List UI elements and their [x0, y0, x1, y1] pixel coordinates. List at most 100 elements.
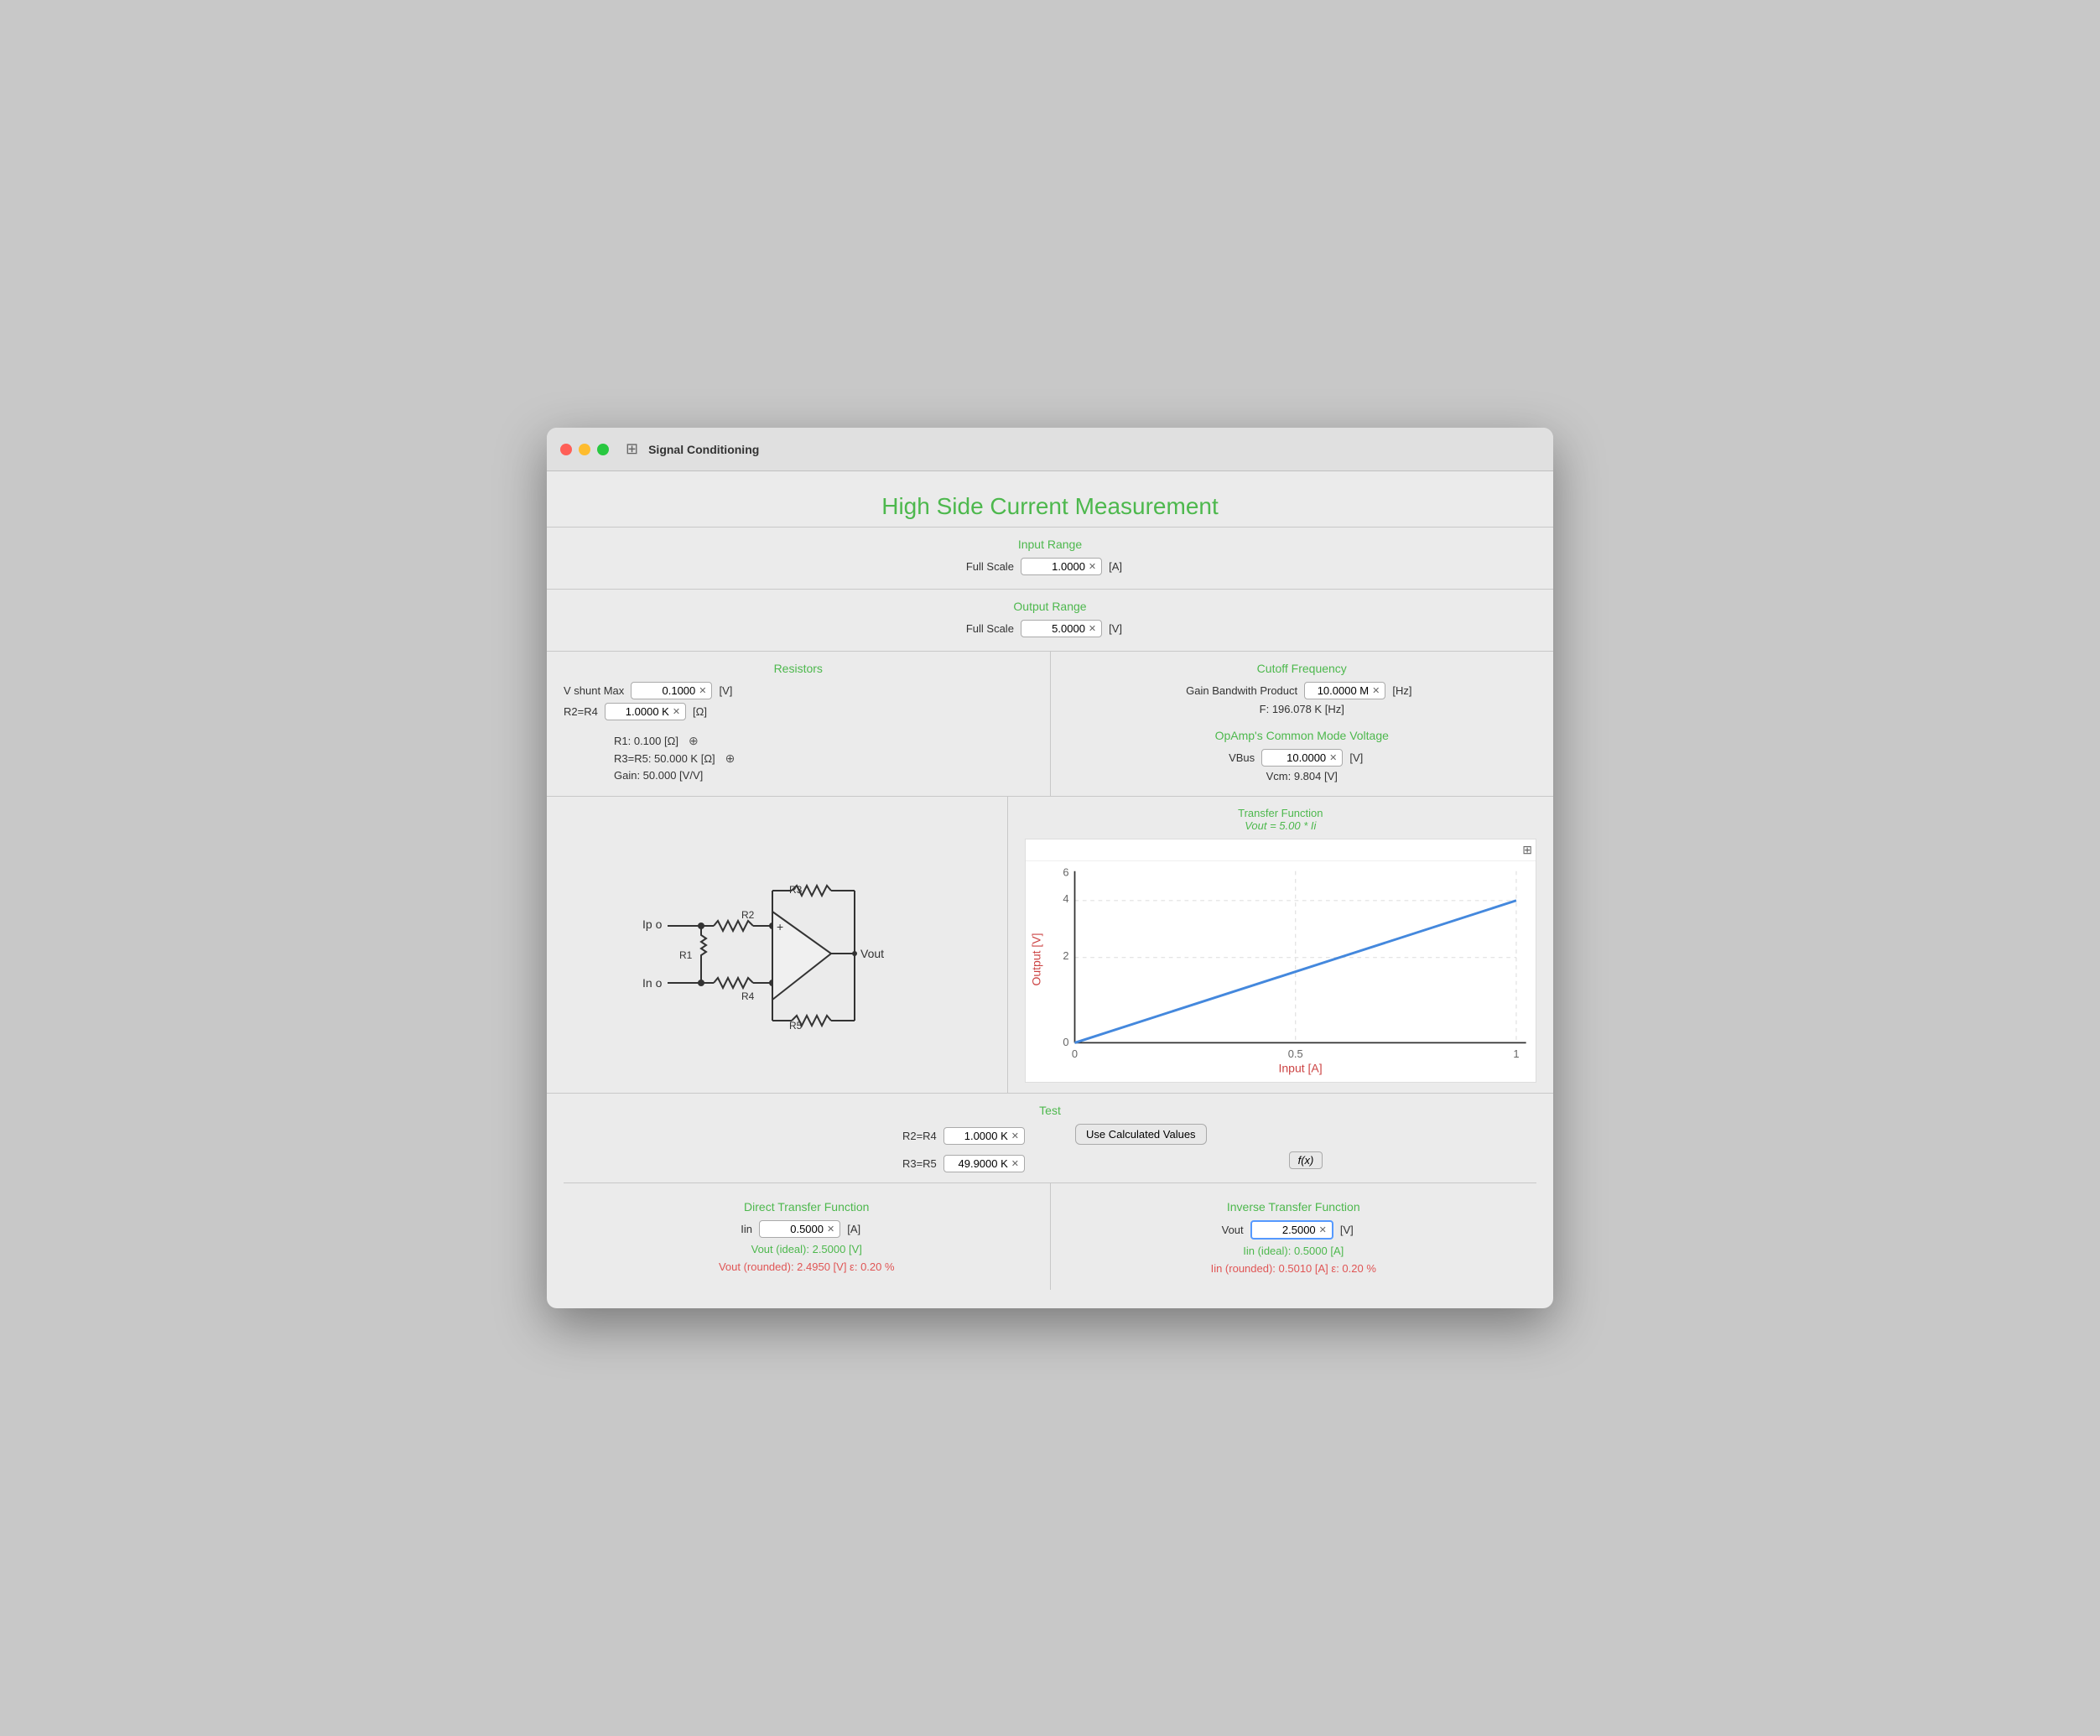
titlebar: ⊞ Signal Conditioning — [547, 428, 1553, 471]
vbus-row: VBus ✕ [V] — [1068, 749, 1537, 767]
page-title: High Side Current Measurement — [547, 480, 1553, 527]
inverse-tf-title: Inverse Transfer Function — [1068, 1200, 1520, 1214]
r1-info: R1: 0.100 [Ω] — [614, 735, 678, 747]
test-title: Test — [564, 1104, 1536, 1117]
vout-inv-unit: [V] — [1340, 1224, 1365, 1236]
main-window: ⊞ Signal Conditioning High Side Current … — [547, 428, 1553, 1307]
gain-row: Gain: 50.000 [V/V] — [614, 769, 1033, 782]
vout-inv-label: Vout — [1222, 1224, 1244, 1236]
inverse-tf-col: Inverse Transfer Function Vout ✕ [V] Iin… — [1051, 1183, 1537, 1290]
f-label: F: 196.078 K [Hz] — [1260, 703, 1344, 715]
transfer-function-info: Transfer Function Vout = 5.00 * Ii — [1025, 807, 1536, 832]
r2r4-field[interactable]: ✕ — [605, 703, 686, 720]
vout-ideal-result: Vout (ideal): 2.5000 [V] — [580, 1243, 1033, 1255]
output-range-row: Full Scale ✕ [V] — [564, 620, 1536, 637]
direct-tf-title: Direct Transfer Function — [580, 1200, 1033, 1214]
test-r2r4-input[interactable] — [949, 1130, 1008, 1142]
vout-inv-field[interactable]: ✕ — [1250, 1220, 1333, 1240]
sidebar-icon: ⊞ — [626, 440, 638, 458]
input-full-scale-input[interactable] — [1027, 560, 1085, 573]
vcm-row: Vcm: 9.804 [V] — [1068, 770, 1537, 782]
vshunt-input[interactable] — [637, 684, 695, 697]
x-label-1: 1 — [1513, 1047, 1519, 1060]
r4-resistor — [714, 978, 753, 988]
circuit-svg: Ip o In o Vout R1 — [617, 845, 936, 1046]
y-label-0: 0 — [1063, 1036, 1068, 1048]
r2r4-row: R2=R4 ✕ [Ω] — [564, 703, 1033, 720]
minimize-button[interactable] — [579, 444, 590, 455]
vout-rounded-result: Vout (rounded): 2.4950 [V] ε: 0.20 % — [580, 1260, 1033, 1273]
y-axis-title: Output [V] — [1029, 933, 1042, 986]
output-full-scale-label: Full Scale — [966, 622, 1014, 635]
input-full-scale-clear[interactable]: ✕ — [1089, 561, 1096, 572]
input-range-title: Input Range — [564, 538, 1536, 551]
r1-label-circuit: R1 — [679, 949, 693, 961]
test-section: Test R2=R4 ✕ R3=R5 ✕ — [547, 1093, 1553, 1300]
copy-chart-icon[interactable]: ⊞ — [1522, 843, 1532, 857]
output-full-scale-field[interactable]: ✕ — [1021, 620, 1102, 637]
content: High Side Current Measurement Input Rang… — [547, 471, 1553, 1307]
tf-label: Transfer Function — [1025, 807, 1536, 819]
test-r2r4-clear[interactable]: ✕ — [1011, 1130, 1019, 1141]
vbus-clear[interactable]: ✕ — [1329, 752, 1337, 763]
x-label-0: 0 — [1072, 1047, 1078, 1060]
plus-symbol: + — [777, 920, 783, 933]
gbw-unit: [Hz] — [1392, 684, 1417, 697]
circuit-diagram: Ip o In o Vout R1 — [547, 797, 1008, 1092]
iin-clear[interactable]: ✕ — [827, 1224, 834, 1234]
maximize-button[interactable] — [597, 444, 609, 455]
chart-header: ⊞ — [1026, 839, 1536, 861]
input-range-section: Input Range Full Scale ✕ [A] — [547, 527, 1553, 589]
use-calculated-values-button[interactable]: Use Calculated Values — [1075, 1124, 1207, 1145]
vbus-label: VBus — [1229, 751, 1255, 764]
close-button[interactable] — [560, 444, 572, 455]
vshunt-label: V shunt Max — [564, 684, 624, 697]
resistors-col: Resistors V shunt Max ✕ [V] R2=R4 ✕ [Ω] — [547, 652, 1051, 796]
test-r3r5-clear[interactable]: ✕ — [1011, 1158, 1019, 1169]
test-r2r4-field[interactable]: ✕ — [943, 1127, 1025, 1145]
test-r3r5-input[interactable] — [949, 1157, 1008, 1170]
vbus-input[interactable] — [1267, 751, 1326, 764]
fx-button[interactable]: f(x) — [1289, 1151, 1323, 1169]
resistors-title: Resistors — [564, 662, 1033, 675]
output-full-scale-input[interactable] — [1027, 622, 1085, 635]
chart-svg: 0 0.5 1 0 2 4 6 Input [A] Output [V] — [1026, 861, 1536, 1077]
input-full-scale-field[interactable]: ✕ — [1021, 558, 1102, 575]
test-r3r5-row: R3=R5 ✕ — [902, 1155, 1025, 1172]
iin-unit: [A] — [847, 1223, 872, 1235]
chart-container: ⊞ — [1025, 839, 1536, 1082]
input-full-scale-label: Full Scale — [966, 560, 1014, 573]
vout-inv-clear[interactable]: ✕ — [1319, 1224, 1327, 1235]
input-range-row: Full Scale ✕ [A] — [564, 558, 1536, 575]
test-r3r5-label: R3=R5 — [902, 1157, 937, 1170]
output-full-scale-unit: [V] — [1109, 622, 1134, 635]
gbw-input[interactable] — [1310, 684, 1369, 697]
gbw-field[interactable]: ✕ — [1304, 682, 1385, 699]
r2r4-input[interactable] — [611, 705, 669, 718]
r2-label-circuit: R2 — [741, 909, 755, 921]
iin-input[interactable] — [765, 1223, 824, 1235]
vout-label: Vout — [860, 947, 884, 960]
vshunt-field[interactable]: ✕ — [631, 682, 712, 699]
input-full-scale-unit: [A] — [1109, 560, 1134, 573]
vshunt-clear[interactable]: ✕ — [699, 685, 706, 696]
vshunt-row: V shunt Max ✕ [V] — [564, 682, 1033, 699]
output-full-scale-clear[interactable]: ✕ — [1089, 623, 1096, 634]
x-axis-title: Input [A] — [1278, 1062, 1322, 1075]
opamp-vcm-title: OpAmp's Common Mode Voltage — [1068, 729, 1537, 742]
gbw-clear[interactable]: ✕ — [1372, 685, 1380, 696]
vbus-unit: [V] — [1349, 751, 1375, 764]
iin-row: Iin ✕ [A] — [580, 1220, 1033, 1238]
tf-equation: Vout = 5.00 * Ii — [1025, 819, 1536, 832]
r2r4-clear[interactable]: ✕ — [673, 706, 680, 717]
in-label: In o — [642, 976, 663, 990]
vbus-field[interactable]: ✕ — [1261, 749, 1343, 767]
iin-rounded-result: Iin (rounded): 0.5010 [A] ε: 0.20 % — [1068, 1262, 1520, 1275]
test-params-right: Use Calculated Values f(x) — [1058, 1124, 1536, 1169]
vout-inv-input[interactable] — [1257, 1224, 1316, 1236]
iin-field[interactable]: ✕ — [759, 1220, 840, 1238]
test-r3r5-field[interactable]: ✕ — [943, 1155, 1025, 1172]
cutoff-col: Cutoff Frequency Gain Bandwith Product ✕… — [1051, 652, 1554, 796]
window-title: Signal Conditioning — [648, 443, 759, 456]
y-label-4: 4 — [1063, 892, 1068, 905]
